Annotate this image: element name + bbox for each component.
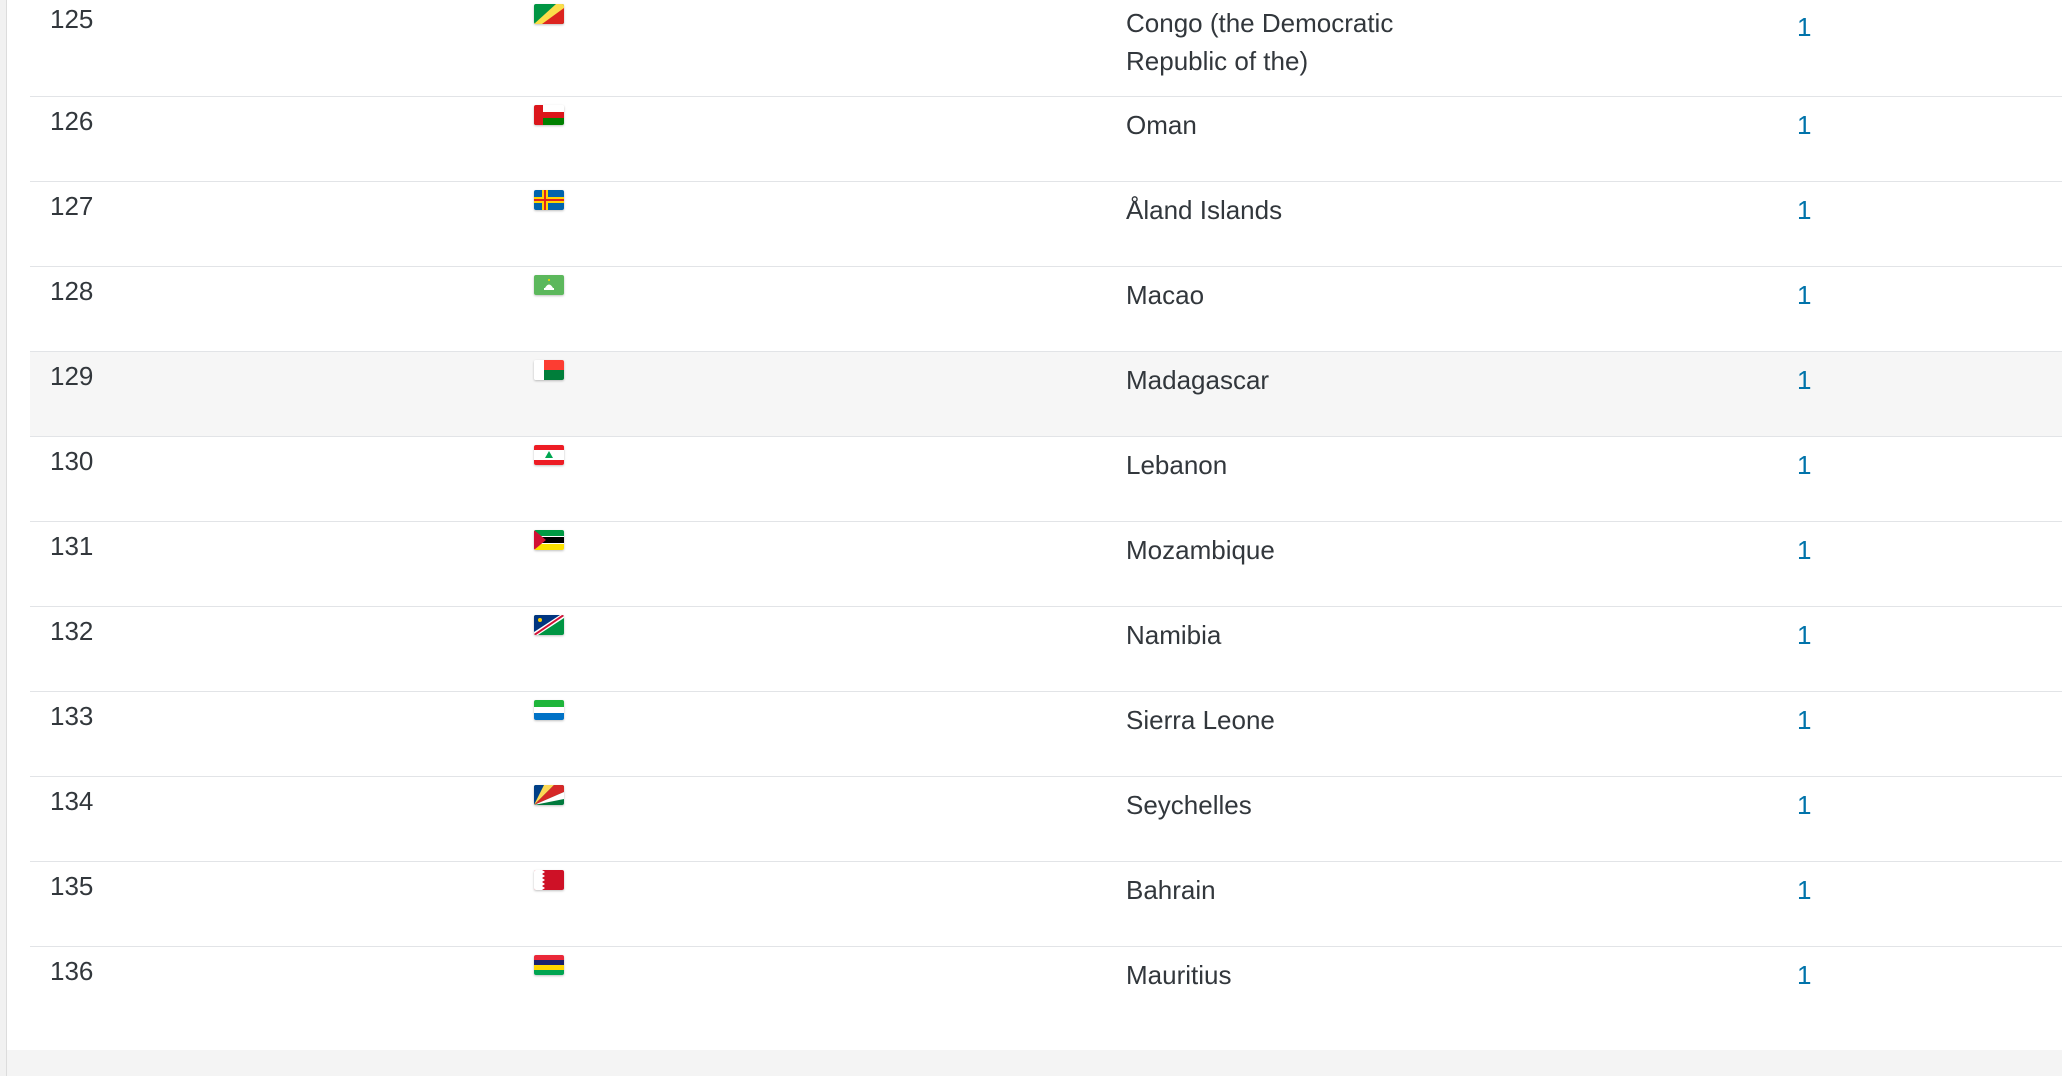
rank-cell: 131 bbox=[50, 531, 94, 561]
country-name: Bahrain bbox=[1126, 875, 1216, 905]
table-row: 136 Mauritius 1 bbox=[30, 947, 2062, 1032]
lebanon-flag-icon bbox=[534, 445, 564, 465]
country-name: Mozambique bbox=[1126, 535, 1275, 565]
count-link[interactable]: 1 bbox=[1797, 195, 1811, 226]
table-row: 128 Macao 1 bbox=[30, 267, 2062, 352]
oman-flag-icon bbox=[534, 105, 564, 125]
country-name: Sierra Leone bbox=[1126, 705, 1275, 735]
country-name: Oman bbox=[1126, 110, 1197, 140]
bahrain-flag-icon bbox=[534, 870, 564, 890]
count-link[interactable]: 1 bbox=[1797, 280, 1811, 311]
country-name: Namibia bbox=[1126, 620, 1222, 650]
country-name: Congo (the Democratic Republic of the) bbox=[1126, 8, 1394, 76]
namibia-flag-icon bbox=[534, 615, 564, 635]
country-name: Macao bbox=[1126, 280, 1205, 310]
aland-islands-flag-icon bbox=[534, 190, 564, 210]
count-link[interactable]: 1 bbox=[1797, 620, 1811, 651]
rank-cell: 132 bbox=[50, 616, 94, 646]
rank-cell: 135 bbox=[50, 871, 94, 901]
table-row: 127 Åland Islands 1 bbox=[30, 182, 2062, 267]
madagascar-flag-icon bbox=[534, 360, 564, 380]
mozambique-flag-icon bbox=[534, 530, 564, 550]
count-link[interactable]: 1 bbox=[1797, 110, 1811, 141]
sierra-leone-flag-icon bbox=[534, 700, 564, 720]
rank-cell: 129 bbox=[50, 361, 94, 391]
count-link[interactable]: 1 bbox=[1797, 365, 1811, 396]
seychelles-flag-icon bbox=[534, 785, 564, 805]
table-row: 135 Bahrain 1 bbox=[30, 862, 2062, 947]
country-name: Lebanon bbox=[1126, 450, 1228, 480]
rank-cell: 133 bbox=[50, 701, 94, 731]
rank-cell: 127 bbox=[50, 191, 94, 221]
count-link[interactable]: 1 bbox=[1797, 535, 1811, 566]
count-link[interactable]: 1 bbox=[1797, 12, 1811, 43]
rank-cell: 130 bbox=[50, 446, 94, 476]
macao-flag-icon bbox=[534, 275, 564, 295]
rank-cell: 136 bbox=[50, 956, 94, 986]
country-name: Madagascar bbox=[1126, 365, 1270, 395]
congo-flag-icon bbox=[534, 4, 564, 24]
rank-cell: 125 bbox=[50, 4, 94, 34]
table-row: 134 Seychelles 1 bbox=[30, 777, 2062, 862]
table-row: 132 Namibia 1 bbox=[30, 607, 2062, 692]
table-row: 131 Mozambique 1 bbox=[30, 522, 2062, 607]
country-name: Mauritius bbox=[1126, 960, 1232, 990]
table-row: 133 Sierra Leone 1 bbox=[30, 692, 2062, 777]
count-link[interactable]: 1 bbox=[1797, 875, 1811, 906]
table-row: 125 Congo (the Democratic Republic of th… bbox=[30, 0, 2062, 97]
country-name: Åland Islands bbox=[1126, 195, 1283, 225]
count-link[interactable]: 1 bbox=[1797, 960, 1811, 991]
footer-strip bbox=[7, 1050, 2062, 1076]
count-link[interactable]: 1 bbox=[1797, 790, 1811, 821]
mauritius-flag-icon bbox=[534, 955, 564, 975]
rank-cell: 134 bbox=[50, 786, 94, 816]
table-row: 126 Oman 1 bbox=[30, 97, 2062, 182]
admin-sidebar-edge bbox=[0, 0, 7, 1076]
table-row: 129 Madagascar 1 bbox=[30, 352, 2062, 437]
count-link[interactable]: 1 bbox=[1797, 705, 1811, 736]
rank-cell: 126 bbox=[50, 106, 94, 136]
count-link[interactable]: 1 bbox=[1797, 450, 1811, 481]
rank-cell: 128 bbox=[50, 276, 94, 306]
countries-table: 125 Congo (the Democratic Republic of th… bbox=[30, 0, 2062, 1032]
country-name: Seychelles bbox=[1126, 790, 1252, 820]
table-row: 130 Lebanon 1 bbox=[30, 437, 2062, 522]
